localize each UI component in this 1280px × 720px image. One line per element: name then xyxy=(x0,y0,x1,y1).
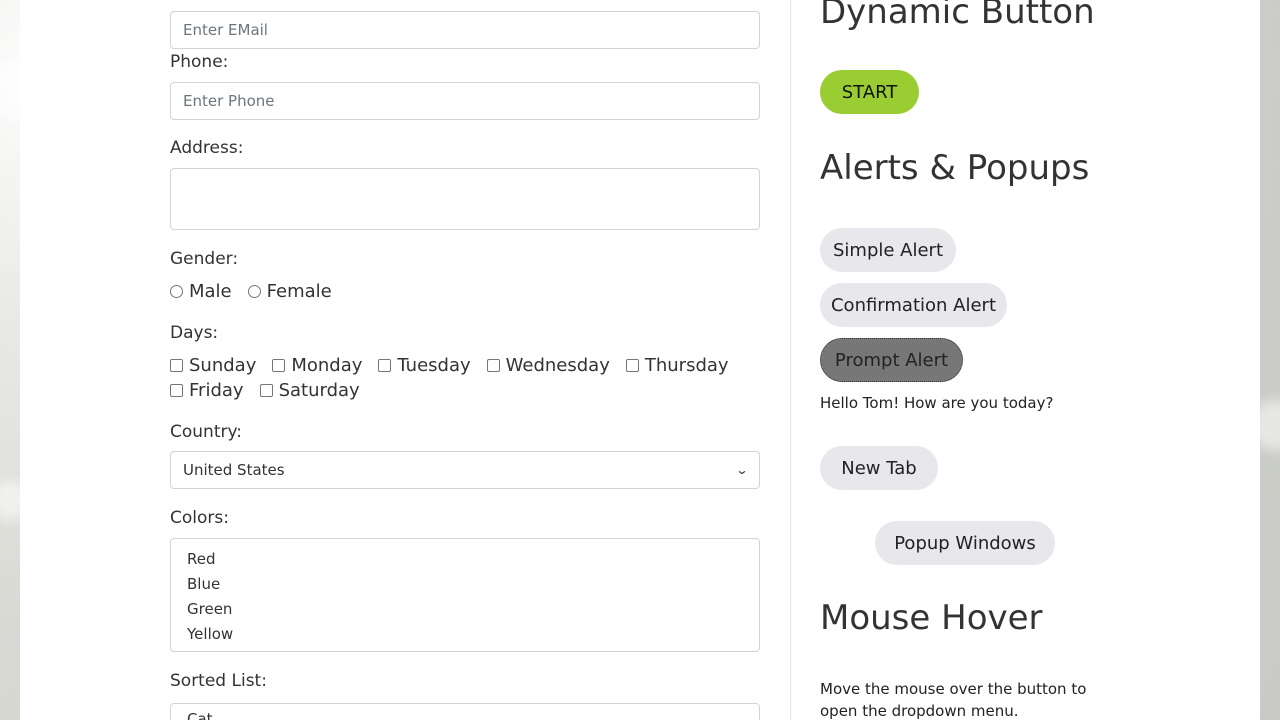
address-label: Address: xyxy=(170,138,244,158)
country-label: Country: xyxy=(170,422,243,442)
wednesday-label: Wednesday xyxy=(505,355,610,376)
tuesday-label: Tuesday xyxy=(397,355,471,376)
friday-label: Friday xyxy=(189,380,244,401)
start-button[interactable]: START xyxy=(820,70,919,114)
male-label: Male xyxy=(189,281,232,302)
sorted-list-label: Sorted List: xyxy=(170,671,267,691)
hover-description-line-2: open the dropdown menu. xyxy=(820,702,1019,720)
day-thursday[interactable]: Thursday xyxy=(625,355,729,376)
prompt-alert-button[interactable]: Prompt Alert xyxy=(820,338,963,382)
alerts-popups-heading: Alerts & Popups xyxy=(820,148,1090,188)
day-wednesday[interactable]: Wednesday xyxy=(486,355,610,376)
tuesday-checkbox[interactable] xyxy=(378,359,392,372)
day-saturday[interactable]: Saturday xyxy=(259,380,360,401)
saturday-label: Saturday xyxy=(278,380,360,401)
chevron-down-icon: ⌄ xyxy=(735,463,749,477)
female-radio[interactable] xyxy=(247,285,261,298)
monday-label: Monday xyxy=(291,355,363,376)
color-option-red[interactable]: Red xyxy=(187,547,743,572)
wednesday-checkbox[interactable] xyxy=(486,359,500,372)
gender-option-male[interactable]: Male xyxy=(170,281,232,302)
prompt-result-text: Hello Tom! How are you today? xyxy=(820,394,1054,412)
day-sunday[interactable]: Sunday xyxy=(170,355,256,376)
sunday-label: Sunday xyxy=(189,355,257,376)
day-friday[interactable]: Friday xyxy=(170,380,244,401)
address-textarea[interactable] xyxy=(170,168,760,230)
sorted-listbox[interactable]: Cat xyxy=(170,703,760,720)
page-container: Enter EMail Phone: Enter Phone Address: … xyxy=(20,0,1260,720)
days-row-1: Sunday Monday Tuesday Wednesday Thursday xyxy=(170,355,745,376)
day-monday[interactable]: Monday xyxy=(272,355,362,376)
confirmation-alert-button[interactable]: Confirmation Alert xyxy=(820,283,1007,327)
day-tuesday[interactable]: Tuesday xyxy=(378,355,471,376)
thursday-checkbox[interactable] xyxy=(625,359,639,372)
days-label: Days: xyxy=(170,323,219,343)
female-label: Female xyxy=(266,281,332,302)
friday-checkbox[interactable] xyxy=(170,384,183,397)
sunday-checkbox[interactable] xyxy=(170,359,183,372)
email-field[interactable]: Enter EMail xyxy=(170,11,760,49)
country-select[interactable]: United States ⌄ xyxy=(170,451,760,489)
monday-checkbox[interactable] xyxy=(272,359,286,372)
gender-options: Male Female xyxy=(170,281,348,302)
hover-description-line-1: Move the mouse over the button to xyxy=(820,680,1087,698)
simple-alert-button[interactable]: Simple Alert xyxy=(820,228,956,272)
popup-windows-button[interactable]: Popup Windows xyxy=(875,521,1055,565)
sorted-option-cat[interactable]: Cat xyxy=(187,710,743,720)
color-option-green[interactable]: Green xyxy=(187,597,743,622)
saturday-checkbox[interactable] xyxy=(259,384,273,397)
color-option-yellow[interactable]: Yellow xyxy=(187,622,743,647)
male-radio[interactable] xyxy=(170,285,183,298)
new-tab-button[interactable]: New Tab xyxy=(820,446,938,490)
column-divider xyxy=(790,0,791,720)
colors-label: Colors: xyxy=(170,508,229,528)
gender-option-female[interactable]: Female xyxy=(247,281,332,302)
mouse-hover-heading: Mouse Hover xyxy=(820,598,1043,638)
color-option-blue[interactable]: Blue xyxy=(187,572,743,597)
phone-placeholder: Enter Phone xyxy=(183,92,275,110)
thursday-label: Thursday xyxy=(644,355,729,376)
phone-field[interactable]: Enter Phone xyxy=(170,82,760,120)
gender-label: Gender: xyxy=(170,249,239,269)
dynamic-button-heading: Dynamic Button xyxy=(820,0,1095,32)
phone-label: Phone: xyxy=(170,52,229,72)
country-value: United States xyxy=(183,461,285,479)
days-row-2: Friday Saturday xyxy=(170,380,376,401)
colors-listbox[interactable]: Red Blue Green Yellow xyxy=(170,538,760,652)
email-placeholder: Enter EMail xyxy=(183,21,268,39)
